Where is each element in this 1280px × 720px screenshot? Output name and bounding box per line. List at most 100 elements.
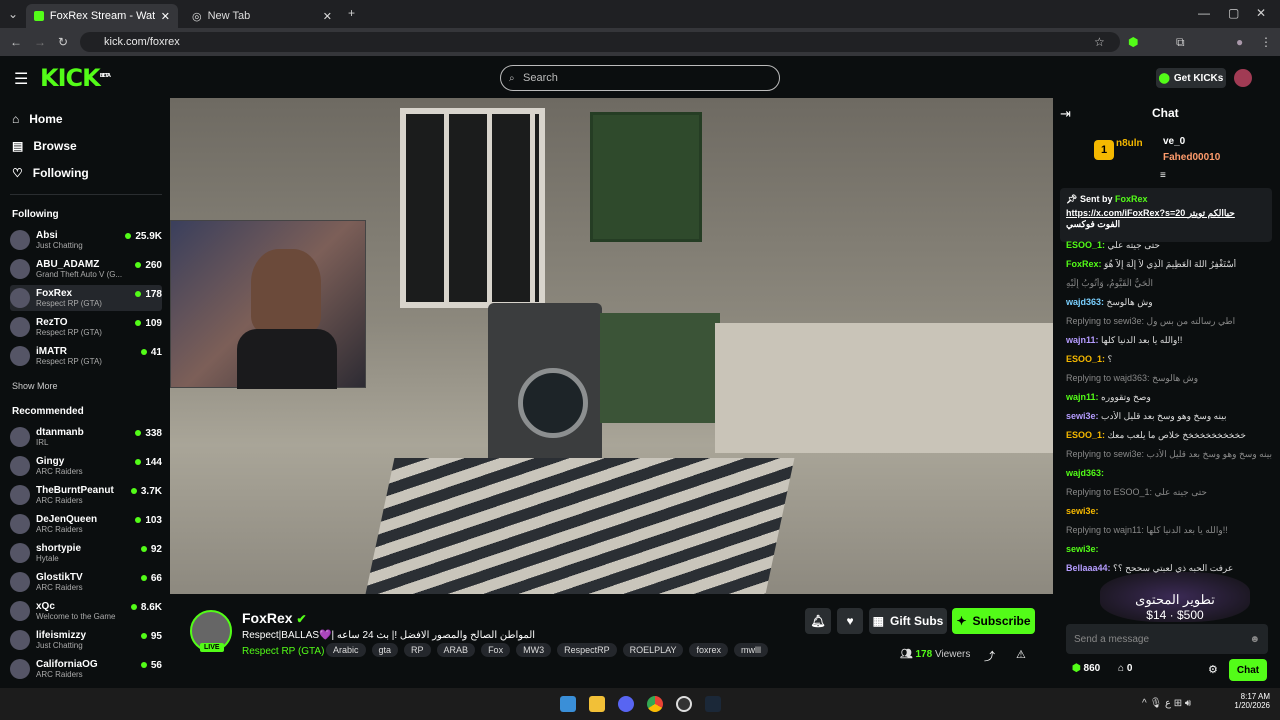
tab-foxrex[interactable]: FoxRex Stream - Watch Live ✕ bbox=[26, 4, 178, 28]
chat-message[interactable]: wajd363: وش هالوسخ bbox=[1066, 297, 1276, 308]
chat-message[interactable]: Replying to sewi3e: بينه وسخ وهو وسخ بعد… bbox=[1066, 449, 1276, 460]
extensions-puzzle-icon[interactable]: ⧉ bbox=[1176, 35, 1185, 50]
settings-gear-icon[interactable]: ⚙ bbox=[1208, 663, 1218, 676]
chat-message[interactable]: ESOO_1: خخخخخخخخخخخ خلاص ما يلعب معك bbox=[1066, 430, 1276, 441]
show-more-link[interactable]: Show More bbox=[12, 381, 58, 391]
tag[interactable]: RP bbox=[404, 643, 431, 657]
get-kicks-button[interactable]: ⬤ Get KICKs bbox=[1156, 68, 1226, 88]
profile-icon[interactable]: ● bbox=[1236, 35, 1243, 49]
chat-input[interactable]: Send a message ☻ bbox=[1066, 624, 1268, 654]
chat-message[interactable]: Replying to sewi3e: اطي رسالته من بس ول bbox=[1066, 316, 1276, 327]
leader-3[interactable]: Fahed00010 bbox=[1163, 152, 1220, 163]
recommended-channel[interactable]: lifeismizzy Just Chatting 95 bbox=[10, 627, 162, 653]
hamburger-menu-icon[interactable]: ☰ bbox=[14, 69, 28, 89]
tag[interactable]: RespectRP bbox=[557, 643, 617, 657]
report-icon[interactable]: ⚠ bbox=[1016, 648, 1026, 661]
close-window-icon[interactable]: ✕ bbox=[1256, 6, 1266, 20]
chat-message[interactable]: Bellaaa44: عرفت الحبه ذي لعبتي سححح ؟؟ bbox=[1066, 563, 1276, 574]
chrome-icon[interactable] bbox=[647, 696, 663, 712]
nav-home[interactable]: ⌂ Home bbox=[12, 112, 63, 126]
extension-icon[interactable]: ⬢ bbox=[1128, 35, 1138, 49]
notification-bell-button[interactable]: 🔔︎ bbox=[805, 608, 831, 634]
maximize-icon[interactable]: ▢ bbox=[1228, 6, 1239, 20]
chat-message[interactable]: Replying to ESOO_1: حتى جيته علي bbox=[1066, 487, 1276, 498]
obs-icon[interactable] bbox=[676, 696, 692, 712]
chat-message[interactable]: wajn11: وصخ وتقووره bbox=[1066, 392, 1276, 403]
tab-new-tab[interactable]: ◎ New Tab ✕ bbox=[184, 4, 340, 28]
chat-message[interactable]: Replying to wajn11: والله يا بعد الدنيا … bbox=[1066, 525, 1276, 536]
tag[interactable]: Fox bbox=[481, 643, 511, 657]
search-input[interactable]: ⌕ Search bbox=[500, 65, 780, 91]
follow-heart-button[interactable]: ♥ bbox=[837, 608, 863, 634]
forward-icon[interactable]: → bbox=[34, 35, 46, 49]
clock[interactable]: 8:17 AM 1/20/2026 bbox=[1228, 692, 1270, 710]
minimize-icon[interactable]: — bbox=[1198, 6, 1210, 20]
subscribe-button[interactable]: ✦ Subscribe bbox=[952, 608, 1035, 634]
chat-message[interactable]: sewi3e: bbox=[1066, 544, 1276, 555]
streamer-name[interactable]: FoxRex ✔ bbox=[242, 610, 307, 626]
gift-subs-button[interactable]: ▦ Gift Subs bbox=[869, 608, 947, 634]
following-channel[interactable]: FoxRex Respect RP (GTA) 178 bbox=[10, 285, 162, 311]
emoji-icon[interactable]: ☻ bbox=[1249, 634, 1260, 645]
tray-icons[interactable]: ^ 🎙︎ ع ⊞ 🔊︎ bbox=[1142, 698, 1191, 709]
chat-send-button[interactable]: Chat bbox=[1229, 659, 1267, 681]
recommended-channel[interactable]: shortypie Hytale 92 bbox=[10, 540, 162, 566]
recommended-channel[interactable]: Gingy ARC Raiders 144 bbox=[10, 453, 162, 479]
tag[interactable]: Arabic bbox=[326, 643, 366, 657]
file-explorer-icon[interactable] bbox=[589, 696, 605, 712]
collapse-chat-icon[interactable]: ⇥ bbox=[1060, 106, 1071, 122]
bits-display[interactable]: ⌂ 0 bbox=[1118, 663, 1132, 674]
chat-username[interactable]: wajn11: bbox=[1066, 392, 1099, 402]
tag[interactable]: foxrex bbox=[689, 643, 728, 657]
close-icon[interactable]: ✕ bbox=[161, 10, 170, 23]
nav-following[interactable]: ♡ Following bbox=[12, 166, 89, 180]
chat-message[interactable]: sewi3e: bbox=[1066, 506, 1276, 517]
tab-search-icon[interactable]: ⌄ bbox=[8, 7, 18, 21]
stream-category[interactable]: Respect RP (GTA) bbox=[242, 646, 324, 657]
chat-message[interactable]: الْحَيُّ الْقَيُّومُ، وَأَتُوبُ إِلَيْهِ bbox=[1066, 278, 1276, 289]
recommended-channel[interactable]: CaliforniaOG ARC Raiders 56 bbox=[10, 656, 162, 682]
chat-username[interactable]: wajd363: bbox=[1066, 468, 1104, 478]
leader-2[interactable]: ve_0 bbox=[1163, 136, 1185, 147]
back-icon[interactable]: ← bbox=[10, 35, 22, 49]
chat-username[interactable]: sewi3e: bbox=[1066, 506, 1099, 516]
chat-username[interactable]: wajd363: bbox=[1066, 297, 1104, 307]
leader-1[interactable]: n8uln bbox=[1116, 138, 1143, 149]
new-tab-icon[interactable]: + bbox=[348, 6, 355, 20]
steam-icon[interactable] bbox=[705, 696, 721, 712]
chat-username[interactable]: Bellaaa44: bbox=[1066, 563, 1111, 573]
pinned-message[interactable]: 📌︎ Sent by FoxRex https://x.com/iFoxRex?… bbox=[1060, 188, 1272, 242]
chat-username[interactable]: sewi3e: bbox=[1066, 544, 1099, 554]
tag[interactable]: ARAB bbox=[436, 643, 476, 657]
chat-message[interactable]: FoxRex: أَسْتَغْفِرُ اللهَ الْعَظِيمَ ال… bbox=[1066, 259, 1276, 270]
chat-username[interactable]: ESOO_1: bbox=[1066, 354, 1105, 364]
following-channel[interactable]: RezTO Respect RP (GTA) 109 bbox=[10, 314, 162, 340]
chat-username[interactable]: ESOO_1: bbox=[1066, 430, 1105, 440]
chat-username[interactable]: FoxRex: bbox=[1066, 259, 1102, 269]
url-field[interactable]: kick.com/foxrex bbox=[80, 32, 1120, 52]
chat-message[interactable]: wajd363: bbox=[1066, 468, 1276, 479]
expand-leaderboard-icon[interactable]: ≡ bbox=[1160, 170, 1166, 181]
tag[interactable]: ROELPLAY bbox=[622, 643, 684, 657]
reload-icon[interactable]: ↻ bbox=[58, 35, 68, 49]
chat-username[interactable]: sewi3e: bbox=[1066, 411, 1099, 421]
chat-message[interactable]: wajn11: والله يا بعد الدنيا كلها!! bbox=[1066, 335, 1276, 346]
chat-message[interactable]: ESOO_1: حتى جيته علي bbox=[1066, 240, 1276, 251]
bookmark-star-icon[interactable]: ☆ bbox=[1094, 35, 1105, 49]
share-icon[interactable]: ⤴ bbox=[984, 648, 995, 664]
following-channel[interactable]: Absi Just Chatting 25.9K bbox=[10, 227, 162, 253]
chat-username[interactable]: ESOO_1: bbox=[1066, 240, 1105, 250]
close-icon[interactable]: ✕ bbox=[323, 10, 332, 23]
chat-message[interactable]: sewi3e: بينه وسخ وهو وسخ بعد قليل الأدب bbox=[1066, 411, 1276, 422]
kick-logo[interactable]: KICKBETA bbox=[40, 64, 111, 92]
chat-message[interactable]: ESOO_1: ؟ bbox=[1066, 354, 1276, 365]
recommended-channel[interactable]: GlostikTV ARC Raiders 66 bbox=[10, 569, 162, 595]
chat-username[interactable]: wajn11: bbox=[1066, 335, 1099, 345]
recommended-channel[interactable]: xQc Welcome to the Game 8.6K bbox=[10, 598, 162, 624]
recommended-channel[interactable]: dtanmanb IRL 338 bbox=[10, 424, 162, 450]
following-channel[interactable]: ABU_ADAMZ Grand Theft Auto V (G... 260 bbox=[10, 256, 162, 282]
recommended-channel[interactable]: TheBurntPeanut ARC Raiders 3.7K bbox=[10, 482, 162, 508]
recommended-channel[interactable]: DeJenQueen ARC Raiders 103 bbox=[10, 511, 162, 537]
user-avatar[interactable] bbox=[1234, 69, 1252, 87]
tag[interactable]: mwlll bbox=[733, 643, 768, 657]
